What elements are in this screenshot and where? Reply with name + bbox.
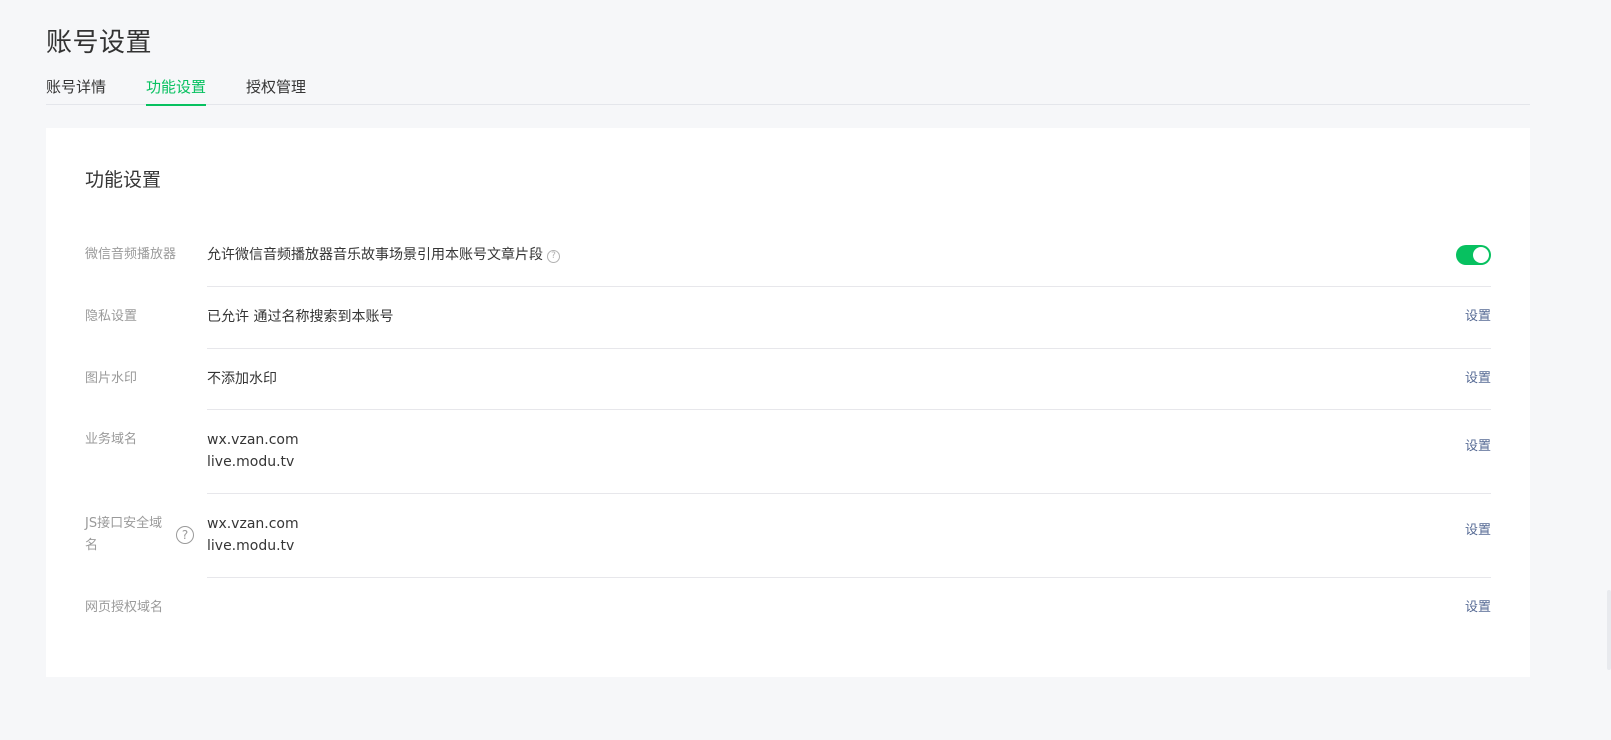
tab-authorization-management[interactable]: 授权管理 (246, 76, 306, 105)
web-auth-domain-settings-button[interactable]: 设置 (1465, 597, 1491, 619)
row-value: 不添加水印 (207, 371, 277, 387)
domain-value: wx.vzan.com (207, 516, 299, 532)
row-value: wx.vzan.com live.modu.tv (207, 429, 299, 473)
label-line: 名 (85, 538, 99, 553)
business-domain-settings-button[interactable]: 设置 (1465, 436, 1491, 458)
row-business-domain: 业务域名 wx.vzan.com live.modu.tv 设置 (85, 429, 1491, 473)
row-divider (207, 409, 1491, 410)
row-label: 微信音频播放器 (85, 247, 177, 262)
row-web-auth-domain: 网页授权域名 设置 (85, 597, 1491, 619)
row-divider (207, 577, 1491, 578)
row-privacy-settings: 隐私设置 已允许 通过名称搜索到本账号 设置 (85, 306, 1491, 328)
row-divider (207, 286, 1491, 287)
row-js-secure-domain: JS接口安全域 名 ? wx.vzan.com live.modu.tv 设置 (85, 513, 1491, 557)
row-divider (207, 493, 1491, 494)
row-divider (207, 348, 1491, 349)
domain-value: live.modu.tv (207, 454, 295, 470)
row-value: 已允许 通过名称搜索到本账号 (207, 309, 394, 325)
tab-feature-settings[interactable]: 功能设置 (146, 76, 207, 106)
card-title: 功能设置 (85, 169, 162, 191)
question-circle-icon[interactable]: ? (547, 250, 560, 263)
feature-settings-card: 功能设置 微信音频播放器 允许微信音频播放器音乐故事场景引用本账号文章片段? 隐… (46, 128, 1530, 677)
audio-player-description: 允许微信音频播放器音乐故事场景引用本账号文章片段 (207, 247, 543, 263)
audio-player-toggle[interactable] (1456, 245, 1491, 265)
domain-value: live.modu.tv (207, 538, 295, 554)
domain-value: wx.vzan.com (207, 432, 299, 448)
js-domain-settings-button[interactable]: 设置 (1465, 520, 1491, 542)
tab-account-details[interactable]: 账号详情 (46, 76, 106, 105)
row-label: 网页授权域名 (85, 600, 164, 615)
row-label: 隐私设置 (85, 309, 138, 324)
label-line: JS接口安全域 (85, 516, 163, 531)
tab-bar: 账号详情 功能设置 授权管理 (46, 76, 1530, 106)
question-circle-icon[interactable]: ? (176, 526, 194, 544)
row-image-watermark: 图片水印 不添加水印 设置 (85, 368, 1491, 390)
privacy-settings-button[interactable]: 设置 (1465, 306, 1491, 328)
row-value: 允许微信音频播放器音乐故事场景引用本账号文章片段? (207, 244, 560, 266)
row-value: wx.vzan.com live.modu.tv (207, 513, 299, 557)
row-label: 图片水印 (85, 371, 138, 386)
account-settings-page: 账号设置 账号详情 功能设置 授权管理 功能设置 微信音频播放器 允许微信音频播… (0, 0, 1611, 740)
scrollbar[interactable] (1607, 590, 1611, 670)
page-title: 账号设置 (46, 28, 153, 58)
row-label: 业务域名 (85, 432, 138, 447)
watermark-settings-button[interactable]: 设置 (1465, 368, 1491, 390)
row-label: JS接口安全域 名 (85, 513, 175, 557)
row-wechat-audio-player: 微信音频播放器 允许微信音频播放器音乐故事场景引用本账号文章片段? (85, 244, 1491, 266)
